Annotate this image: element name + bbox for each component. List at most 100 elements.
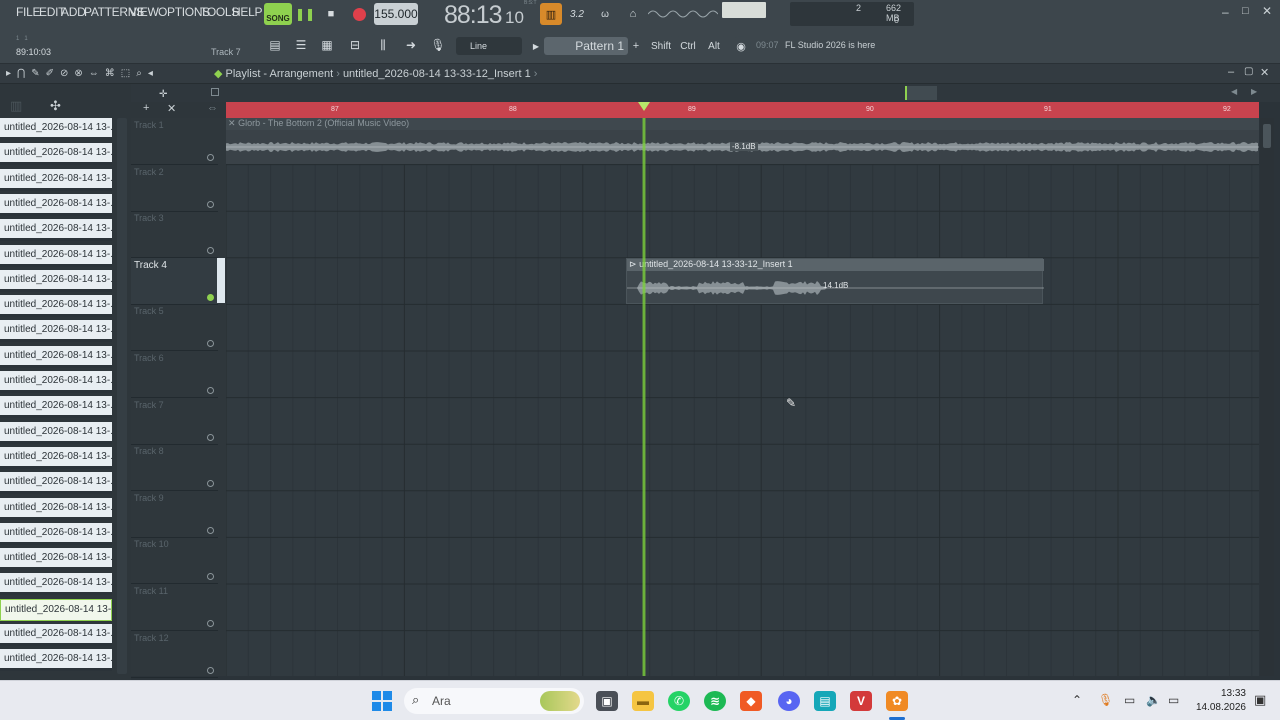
file-explorer-icon[interactable]: ▬ [632, 691, 654, 711]
play-tool-icon[interactable]: ◂ [148, 68, 159, 79]
browser-scrollbar[interactable] [117, 118, 127, 674]
track-mute-toggle[interactable] [207, 620, 214, 627]
browser-item[interactable]: untitled_2026-08-14 13-... [0, 598, 112, 621]
microphone-icon[interactable]: 🎙 [428, 34, 448, 56]
discord-icon[interactable]: ◕ [778, 691, 800, 711]
typing-keyboard-icon[interactable]: ▥ [540, 3, 562, 25]
track-header[interactable]: Track 12 [131, 631, 218, 678]
track-mute-toggle[interactable] [207, 666, 214, 674]
master-volume-display[interactable] [722, 2, 766, 18]
window-minimize-button[interactable]: – [1222, 5, 1236, 19]
track-mute-toggle[interactable] [207, 200, 214, 208]
browser-item[interactable]: untitled_2026-08-14 13-... [0, 269, 112, 292]
mixer-icon[interactable]: ⫼ [372, 34, 394, 56]
browser-item[interactable]: untitled_2026-08-14 13-... [0, 118, 112, 140]
paint-tool-icon[interactable]: ✐ [46, 68, 60, 79]
pattern-prev-icon[interactable]: ▶ [530, 37, 542, 55]
zoom-tool-icon[interactable]: ⌕ [136, 68, 148, 79]
browser-item[interactable]: untitled_2026-08-14 13-... [0, 421, 112, 444]
browser-item[interactable]: untitled_2026-08-14 13-... [0, 168, 112, 191]
window-maximize-button[interactable]: □ [1242, 5, 1256, 19]
stop-button[interactable]: ■ [320, 3, 342, 25]
valorant-icon[interactable]: V [850, 691, 872, 711]
show-hidden-icons-icon[interactable]: ⌃ [1072, 693, 1082, 707]
track-header[interactable]: Track 10 [131, 537, 218, 585]
browser-item[interactable]: untitled_2026-08-14 13-... [0, 624, 112, 646]
playhead[interactable] [642, 118, 646, 676]
slice-tool-icon[interactable]: ⌘ [105, 68, 121, 79]
notification-icon[interactable]: ▣ [1254, 692, 1266, 708]
start-button[interactable] [372, 691, 392, 711]
track-mute-toggle[interactable] [207, 387, 214, 394]
track-header[interactable]: Track 7 [131, 398, 218, 445]
tempo-display[interactable]: 155.000 [374, 3, 418, 25]
move-icon[interactable]: ✛ [159, 89, 167, 100]
taskbar-search[interactable]: ⌕ Ara [404, 688, 584, 714]
track-header[interactable]: Track 6 [131, 351, 218, 398]
song-mode-button[interactable]: SONG [264, 3, 292, 25]
alt-key-button[interactable]: Alt [702, 36, 726, 56]
arrow-right-icon[interactable]: ➜ [400, 34, 422, 56]
pattern-selector[interactable]: Pattern 1 [544, 37, 628, 55]
playlist-grid[interactable]: ✕ Glorb - The Bottom 2 (Official Music V… [226, 118, 1259, 676]
browser-item[interactable]: untitled_2026-08-14 13-... [0, 649, 112, 672]
browser-item[interactable]: untitled_2026-08-14 13-... [0, 396, 112, 419]
app-icon[interactable]: ▤ [814, 691, 836, 711]
select-tool-icon[interactable]: ⬚ [121, 68, 136, 79]
playlist-close-button[interactable]: ✕ [1260, 66, 1269, 79]
resize-icon[interactable]: ⇔ [207, 102, 218, 114]
news-panel[interactable]: 09:07 FL Studio 2026 is here [756, 40, 896, 54]
browser-item[interactable]: untitled_2026-08-14 13-... [0, 446, 112, 469]
browser-item[interactable]: untitled_2026-08-14 13-... [0, 219, 112, 242]
draw-tool-icon[interactable]: ✎ [31, 68, 45, 79]
browser-item[interactable]: untitled_2026-08-14 13-... [0, 244, 112, 267]
track-header[interactable]: Track 11 [131, 584, 218, 631]
shift-key-button[interactable]: Shift [648, 36, 674, 56]
browser-item[interactable]: untitled_2026-08-14 13-... [0, 497, 112, 520]
playlist-overview[interactable]: ✛ ◀ ▶ [131, 84, 1280, 102]
browser-icon[interactable]: ⊟ [344, 34, 366, 56]
track-header[interactable]: Track 9 [131, 491, 218, 538]
record-button[interactable] [348, 3, 370, 25]
menu-file[interactable]: FILE [16, 5, 40, 19]
channel-rack-icon[interactable]: ☰ [290, 34, 312, 56]
playlist-menu-arrow-icon[interactable]: ▸ [6, 68, 17, 79]
playlist-view-icon[interactable]: ▤ [264, 34, 286, 56]
task-view-icon[interactable]: ▣ [596, 691, 618, 711]
scroll-left-icon[interactable]: ◀ [1231, 87, 1237, 96]
blend-notes-icon[interactable]: ω [594, 3, 616, 25]
scroll-right-icon[interactable]: ▶ [1251, 87, 1257, 96]
audio-clip-track4[interactable]: ⊳ untitled_2026-08-14 13-33-12_Insert 1 … [626, 258, 1044, 304]
news-icon[interactable]: ◉ [731, 36, 751, 56]
track-mute-toggle[interactable] [207, 433, 214, 441]
pause-button[interactable]: ❚❚ [294, 3, 316, 25]
snap-selector[interactable]: Line [456, 37, 522, 55]
remove-track-icon[interactable]: ✕ [167, 102, 176, 115]
playlist-maximize-button[interactable]: ▢ [1244, 66, 1253, 77]
track-mute-toggle[interactable] [207, 480, 214, 488]
browser-item[interactable]: untitled_2026-08-14 13-... [0, 193, 112, 216]
track-mute-toggle[interactable] [207, 573, 214, 581]
track-mute-toggle[interactable] [207, 293, 214, 301]
playlist-minimize-button[interactable]: – [1228, 66, 1234, 78]
browser-item[interactable]: untitled_2026-08-14 13-... [0, 295, 112, 318]
browser-item[interactable]: untitled_2026-08-14 13-... [0, 548, 112, 571]
window-close-button[interactable]: ✕ [1262, 4, 1276, 18]
track-header[interactable]: Track 5 [131, 304, 218, 352]
track-header[interactable]: Track 8 [131, 444, 218, 492]
network-icon[interactable]: ▭ [1124, 693, 1135, 707]
whatsapp-icon[interactable]: ✆ [668, 691, 690, 711]
browser-item[interactable]: untitled_2026-08-14 13-... [0, 345, 112, 368]
delete-tool-icon[interactable]: ⊘ [60, 68, 74, 79]
clip-menu-icon[interactable]: ⊳ [629, 259, 637, 269]
active-track-handle[interactable] [217, 258, 225, 303]
playlist-title[interactable]: ◆ Playlist - Arrangement › untitled_2026… [214, 67, 537, 80]
browser-item[interactable]: untitled_2026-08-14 13-... [0, 320, 112, 343]
menu-add[interactable]: ADD [61, 5, 86, 19]
mute-tool-icon[interactable]: ⊗ [74, 68, 88, 79]
track-header[interactable]: Track 3 [131, 211, 218, 259]
spotify-icon[interactable]: ≋ [704, 691, 726, 711]
slip-tool-icon[interactable]: ⇔ [89, 68, 105, 79]
browser-item[interactable]: untitled_2026-08-14 13-... [0, 472, 112, 495]
track-mute-toggle[interactable] [207, 154, 214, 161]
